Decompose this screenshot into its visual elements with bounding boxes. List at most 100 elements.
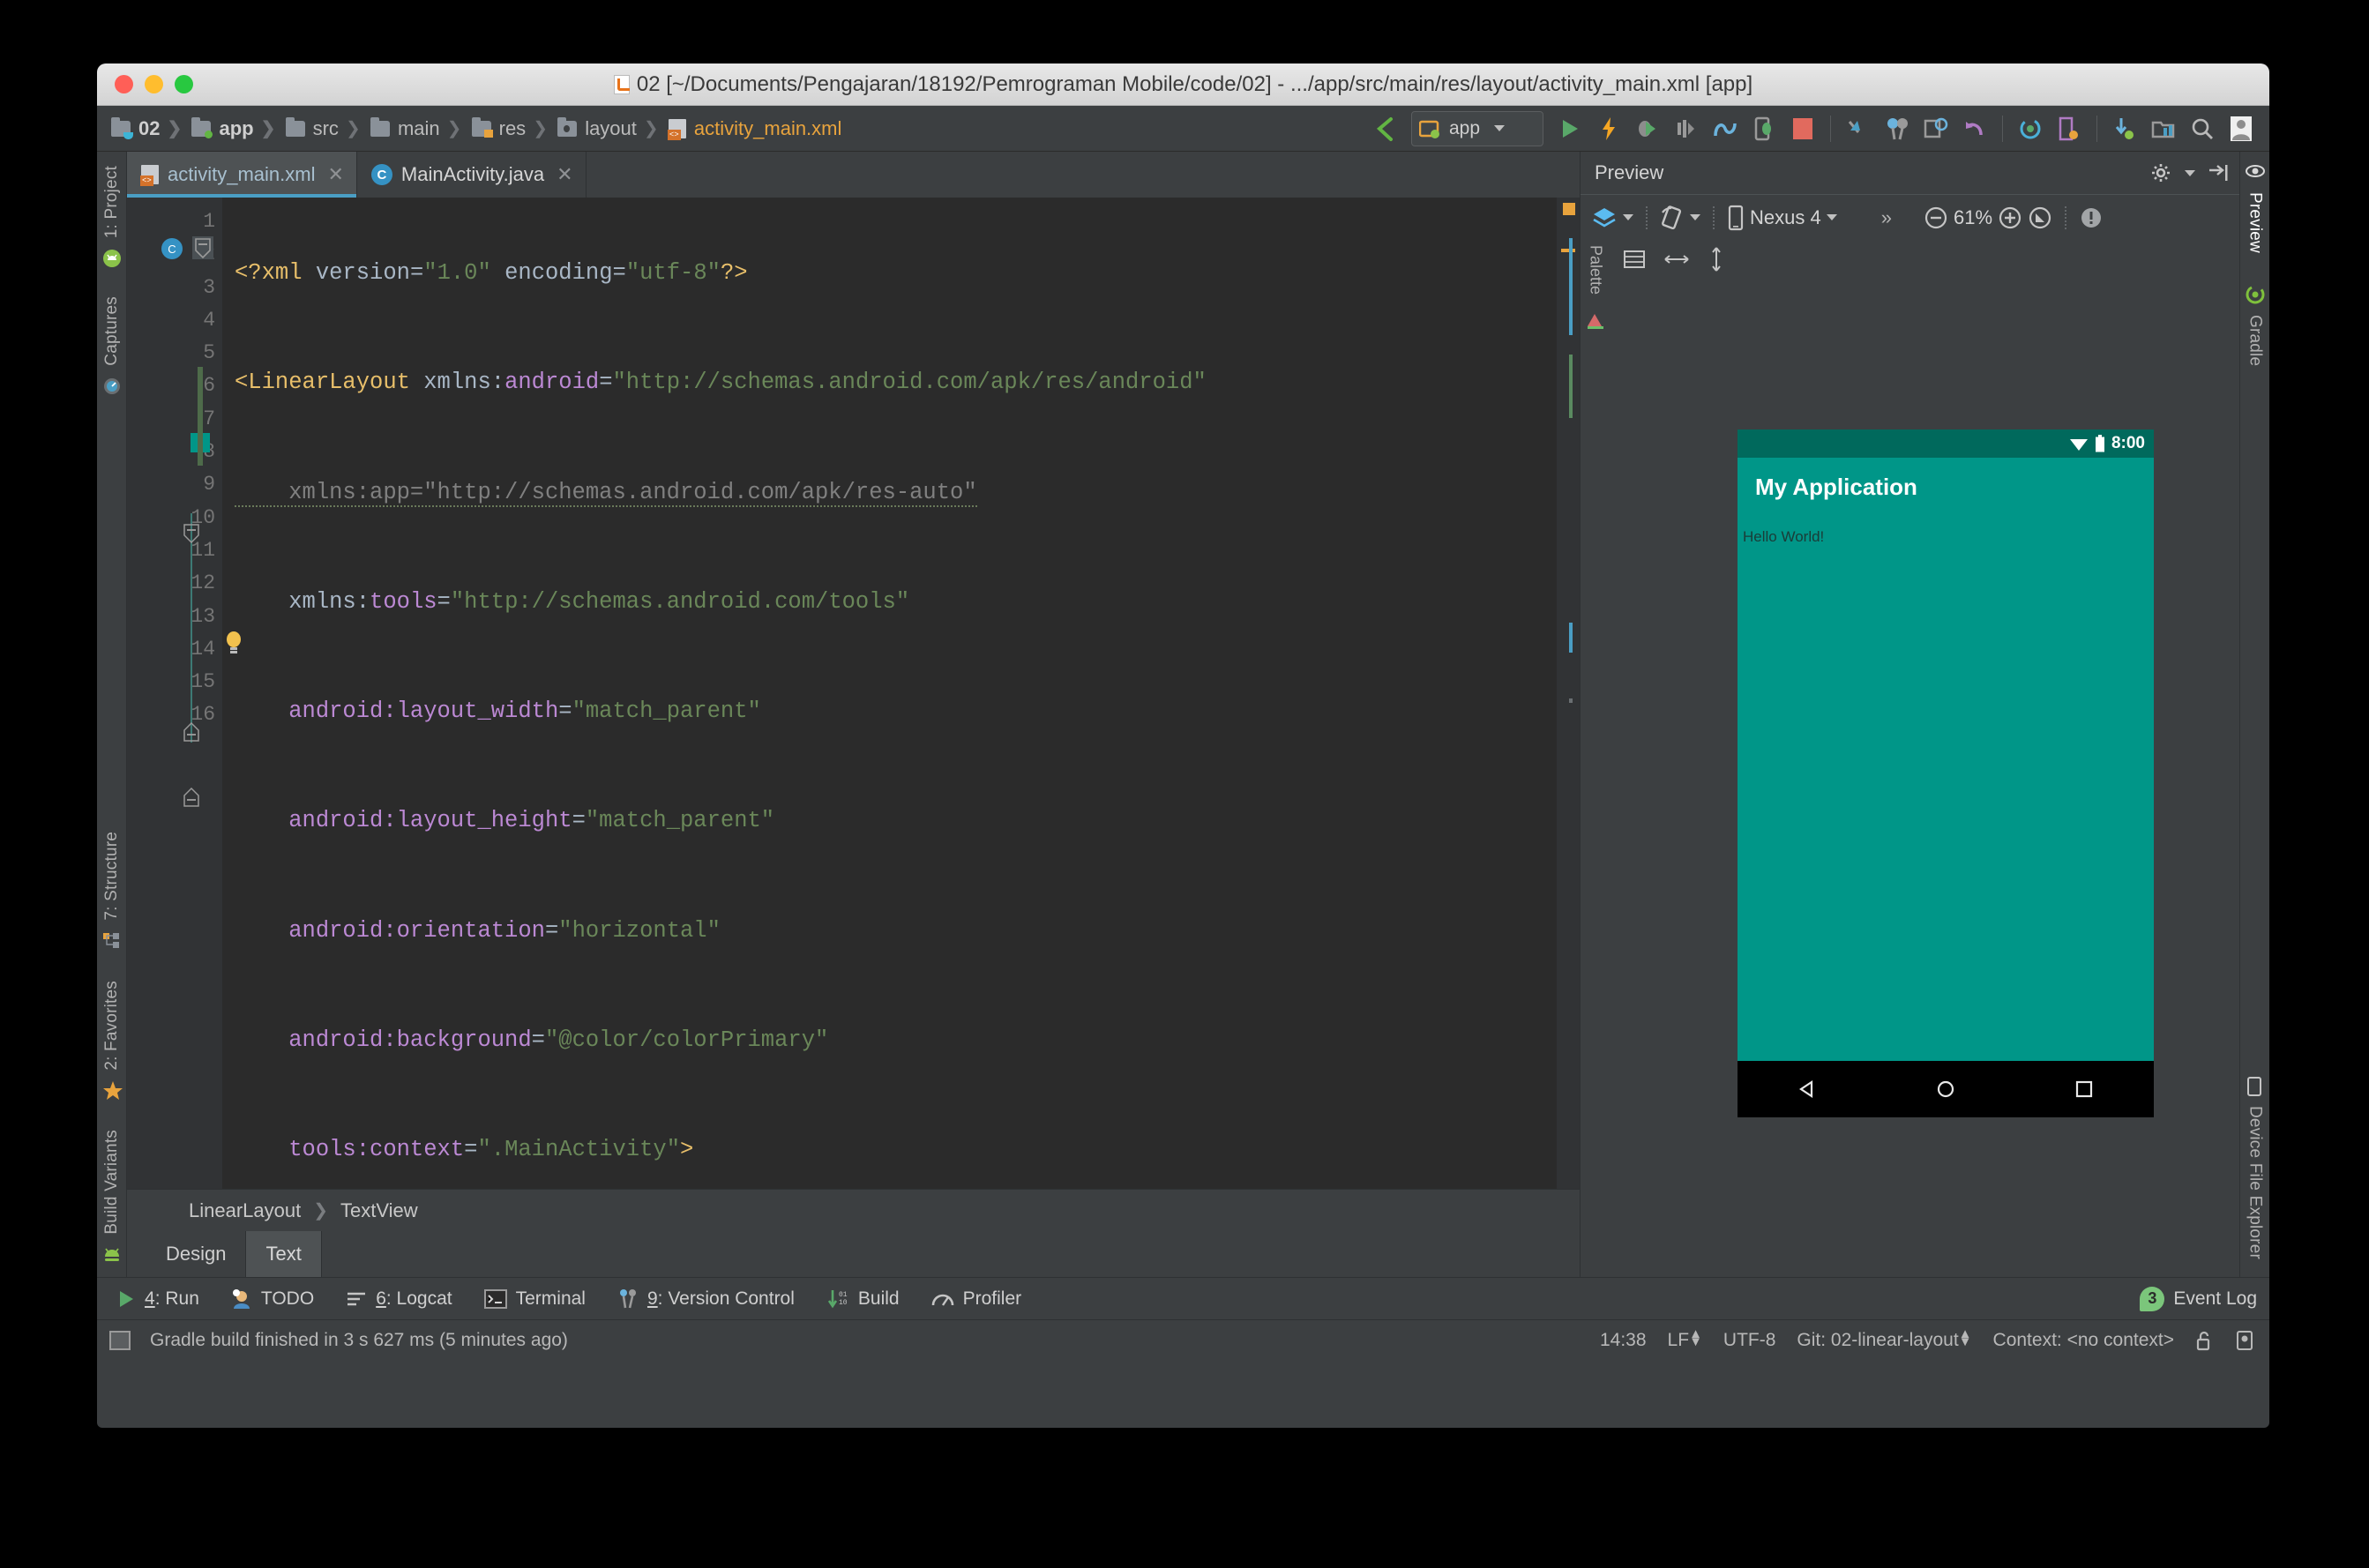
code-line-2[interactable]: <LinearLayout xmlns:android="http://sche…: [222, 366, 1557, 399]
breadcrumb-textview[interactable]: TextView: [340, 1199, 418, 1222]
hide-panel-icon[interactable]: [2208, 163, 2229, 183]
breadcrumb-item-res[interactable]: res ❯: [471, 116, 558, 140]
sidebar-item-preview[interactable]: Preview: [2245, 159, 2265, 260]
recents-square-icon[interactable]: [2073, 1078, 2096, 1101]
close-tab-icon[interactable]: ✕: [327, 163, 343, 186]
code-line-8[interactable]: android:background="@color/colorPrimary": [222, 1024, 1557, 1057]
zoom-out-icon[interactable]: [1924, 205, 1948, 230]
editor-tab-activity-main-xml[interactable]: activity_main.xml ✕: [127, 152, 357, 198]
breadcrumb-item-app[interactable]: app ❯: [191, 116, 285, 140]
context-selector[interactable]: Context: <no context>: [1993, 1330, 2174, 1351]
list-icon[interactable]: [1623, 250, 1646, 269]
profile-icon[interactable]: [1708, 111, 1743, 146]
tab-design[interactable]: Design: [146, 1231, 247, 1277]
code-text[interactable]: <?xml version="1.0" encoding="utf-8"?> <…: [222, 198, 1557, 1189]
breadcrumb-item-file[interactable]: activity_main.xml: [667, 117, 845, 140]
back-arrow-icon[interactable]: [1367, 111, 1402, 146]
sidebar-item-structure[interactable]: 7: Structure: [102, 825, 122, 954]
horizontal-resize-icon[interactable]: [1663, 250, 1690, 268]
sidebar-item-gradle[interactable]: Gradle: [2246, 281, 2265, 373]
preview-canvas[interactable]: 8:00 My Application Hello World!: [1610, 240, 2239, 1277]
tool-button-logcat[interactable]: 6: Logcat: [346, 1288, 452, 1310]
chevron-down-icon[interactable]: [1826, 214, 1837, 220]
sync-project-icon[interactable]: [1841, 111, 1876, 146]
code-line-3[interactable]: xmlns:app="http://schemas.android.com/ap…: [222, 476, 1557, 509]
memory-indicator-icon[interactable]: [109, 1330, 131, 1350]
tool-button-todo[interactable]: TODO: [231, 1288, 314, 1310]
code-line-7[interactable]: android:orientation="horizontal": [222, 915, 1557, 947]
breadcrumb-item-src[interactable]: src ❯: [285, 116, 370, 140]
sidebar-item-build-variants[interactable]: Build Variants: [102, 1123, 122, 1268]
sidebar-item-favorites[interactable]: 2: Favorites: [102, 974, 123, 1104]
code-fold-collapse-icon[interactable]: [192, 236, 213, 259]
code-fold-expand-icon[interactable]: [182, 721, 201, 743]
code-line-1[interactable]: <?xml version="1.0" encoding="utf-8"?>: [222, 257, 1557, 289]
code-line-6[interactable]: android:layout_height="match_parent": [222, 804, 1557, 837]
debug-bug-icon[interactable]: [1630, 111, 1665, 146]
breadcrumb-item-layout[interactable]: layout ❯: [557, 116, 669, 140]
chevron-down-icon[interactable]: [2185, 169, 2195, 176]
git-branch-selector[interactable]: Git: 02-linear-layout▲ ▼: [1797, 1327, 1971, 1351]
sdk-manager-icon[interactable]: [1918, 111, 1954, 146]
code-line-5[interactable]: android:layout_width="match_parent": [222, 695, 1557, 728]
tool-button-terminal[interactable]: Terminal: [483, 1288, 586, 1310]
code-fold-collapse-icon[interactable]: [182, 523, 201, 544]
warning-stripe[interactable]: [1561, 249, 1575, 252]
line-ending-selector[interactable]: LF▲ ▼: [1668, 1327, 1702, 1351]
gear-icon[interactable]: [2151, 162, 2172, 183]
warning-marker[interactable]: [1563, 203, 1575, 215]
avd-manager-icon[interactable]: [1880, 111, 1915, 146]
stop-icon[interactable]: [1785, 111, 1820, 146]
breadcrumb-item-main[interactable]: main ❯: [370, 116, 472, 140]
chevron-down-icon[interactable]: [1623, 214, 1633, 220]
class-marker-icon[interactable]: C: [161, 237, 183, 260]
attach-debugger-icon[interactable]: [1746, 111, 1782, 146]
unlocked-icon[interactable]: [2195, 1330, 2213, 1351]
code-editor[interactable]: 1 2 3 4 5 6 7 8 9 10 11 12 13 14 15 16: [127, 198, 1580, 1189]
user-icon[interactable]: [2223, 111, 2259, 146]
tab-text[interactable]: Text: [246, 1231, 322, 1277]
editor-marker-bar[interactable]: [1557, 198, 1580, 1189]
close-tab-icon[interactable]: ✕: [557, 163, 572, 186]
tool-button-build[interactable]: 01 10 Build: [826, 1288, 900, 1310]
toolbar-overflow-button[interactable]: »: [1881, 206, 1892, 229]
scrollbar-thumb[interactable]: [1569, 623, 1573, 653]
sidebar-item-captures[interactable]: Captures: [102, 289, 122, 399]
vertical-resize-icon[interactable]: [1708, 246, 1725, 273]
chevron-down-icon[interactable]: [1494, 125, 1506, 131]
device-selector-label[interactable]: Nexus 4: [1750, 206, 1821, 229]
event-log-button[interactable]: 3 Event Log: [2140, 1286, 2269, 1311]
intention-bulb-icon[interactable]: [222, 630, 245, 656]
render-layers-icon[interactable]: [1591, 205, 1618, 230]
tool-button-version-control[interactable]: 9: Version Control: [617, 1288, 795, 1310]
sidebar-item-device-file-explorer[interactable]: Device File Explorer: [2246, 1072, 2265, 1266]
code-line-9[interactable]: tools:context=".MainActivity">: [222, 1133, 1557, 1166]
breadcrumb-linearlayout[interactable]: LinearLayout: [189, 1199, 301, 1222]
code-line-4[interactable]: xmlns:tools="http://schemas.android.com/…: [222, 586, 1557, 618]
warning-icon[interactable]: [2079, 205, 2104, 230]
theme-icon[interactable]: [1586, 310, 1605, 330]
android-inspect-icon[interactable]: [2234, 1330, 2255, 1351]
editor-tab-mainactivity-java[interactable]: C MainActivity.java ✕: [357, 152, 587, 198]
tool-button-profiler[interactable]: Profiler: [931, 1288, 1021, 1310]
project-structure-icon[interactable]: [2146, 111, 2181, 146]
scrollbar-thumb[interactable]: [1569, 238, 1573, 335]
sidebar-item-project[interactable]: 1: Project: [102, 159, 122, 272]
encoding-selector[interactable]: UTF-8: [1723, 1330, 1776, 1351]
zoom-to-fit-icon[interactable]: [2028, 205, 2052, 230]
chevron-down-icon[interactable]: [1690, 214, 1700, 220]
device-content-area[interactable]: Hello World!: [1738, 516, 2154, 1061]
download-icon[interactable]: [2107, 111, 2142, 146]
gradle-sync-icon[interactable]: [2013, 111, 2048, 146]
run-icon[interactable]: [1552, 111, 1588, 146]
layout-inspector-icon[interactable]: [2051, 111, 2087, 146]
tool-button-run[interactable]: 4: Run: [116, 1288, 199, 1310]
undo-icon[interactable]: [1957, 111, 1992, 146]
zoom-in-icon[interactable]: [1998, 205, 2022, 230]
orientation-icon[interactable]: [1660, 205, 1685, 230]
debug-lightning-icon[interactable]: [1591, 111, 1626, 146]
run-coverage-icon[interactable]: [1669, 111, 1704, 146]
device-preview[interactable]: 8:00 My Application Hello World!: [1738, 429, 2154, 1117]
search-icon[interactable]: [2185, 111, 2220, 146]
home-circle-icon[interactable]: [1934, 1078, 1957, 1101]
